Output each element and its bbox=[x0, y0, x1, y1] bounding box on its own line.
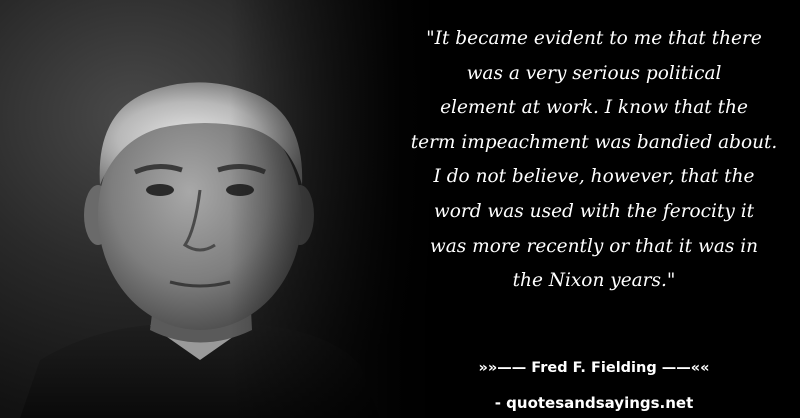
quote-line: I do not believe, however, that the bbox=[433, 166, 755, 188]
quote-line: was a very serious political bbox=[466, 62, 722, 84]
quote-author: »»—— Fred F. Fielding ——«« bbox=[478, 360, 710, 376]
quote-line: the Nixon years." bbox=[512, 270, 676, 292]
quote-line: element at work. I know that the bbox=[440, 97, 748, 119]
quote-line: "It became evident to me that there bbox=[426, 28, 762, 49]
quote-line: was more recently or that it was in bbox=[429, 235, 759, 257]
quote-text: "It became evident to me that there was … bbox=[395, 22, 793, 299]
quote-line: word was used with the ferocity it bbox=[433, 200, 755, 222]
website-credit: - quotesandsayings.net bbox=[494, 394, 694, 412]
quote-card: "It became evident to me that there was … bbox=[0, 0, 800, 418]
quote-line: term impeachment was bandied about. bbox=[410, 131, 778, 153]
